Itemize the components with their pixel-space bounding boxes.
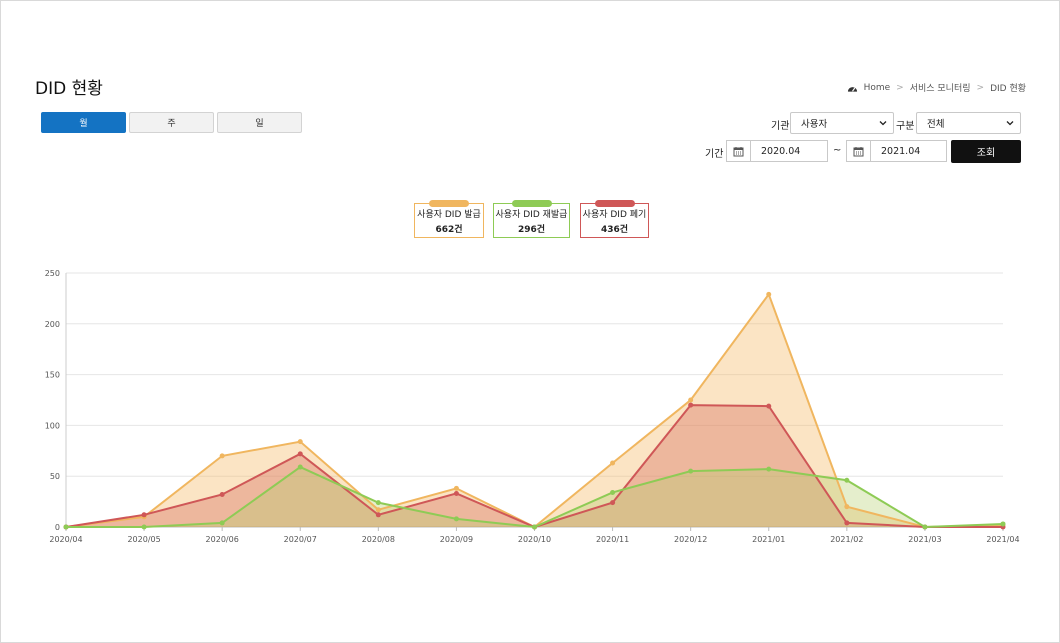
data-point [844, 477, 850, 483]
data-point [766, 291, 772, 297]
breadcrumb-separator: > [896, 82, 904, 93]
breadcrumb-separator: > [976, 82, 985, 93]
data-point [219, 491, 225, 497]
data-point [688, 402, 694, 408]
x-tick-label: 2021/01 [752, 535, 785, 544]
legend-color-bar [511, 200, 552, 207]
end-calendar-button[interactable] [846, 140, 871, 162]
tab-month[interactable]: 월 [41, 112, 126, 133]
data-point [688, 468, 694, 474]
legend-color-bar [594, 200, 635, 207]
legend-color-bar [429, 200, 469, 207]
legend-count: 436건 [600, 224, 629, 235]
data-point [219, 453, 225, 459]
legend-reissue[interactable]: 사용자 DID 재발급 296건 [493, 200, 570, 238]
org-label: 기관 [771, 121, 790, 132]
data-point [844, 520, 850, 526]
end-date-input[interactable]: 2021.04 [871, 140, 947, 162]
y-tick-label: 150 [45, 371, 60, 380]
legend-revoke[interactable]: 사용자 DID 폐기 436건 [580, 200, 649, 238]
data-point [610, 460, 616, 466]
x-tick-label: 2020/12 [674, 535, 707, 544]
calendar-icon [853, 146, 864, 156]
org-select-value: 사용자 [801, 119, 828, 130]
start-calendar-button[interactable] [726, 140, 751, 162]
x-tick-label: 2020/08 [362, 535, 395, 544]
end-date-group: 2021.04 [846, 140, 947, 162]
data-point [375, 512, 381, 518]
data-point [297, 451, 303, 457]
period-tabs: 월 주 일 [41, 112, 302, 133]
data-point [453, 516, 459, 522]
data-point [610, 489, 616, 495]
legend-label: 사용자 DID 재발급 [495, 209, 568, 220]
breadcrumb-home[interactable]: Home [864, 83, 891, 93]
data-point [141, 524, 147, 530]
x-tick-label: 2020/06 [206, 535, 239, 544]
breadcrumb-section[interactable]: 서비스 모니터링 [910, 81, 971, 94]
org-select[interactable]: 사용자 [790, 112, 894, 134]
start-date-input[interactable]: 2020.04 [751, 140, 828, 162]
data-point [1000, 521, 1006, 527]
breadcrumb-current: DID 현황 [990, 84, 1026, 94]
x-tick-label: 2020/11 [596, 535, 629, 544]
search-button[interactable]: 조회 [951, 140, 1021, 163]
x-tick-label: 2021/04 [986, 535, 1019, 544]
legend-issue[interactable]: 사용자 DID 발급 662건 [414, 200, 484, 238]
data-point [63, 524, 69, 530]
data-point [922, 524, 928, 530]
data-point [219, 520, 225, 526]
y-tick-label: 250 [45, 269, 60, 278]
y-tick-label: 100 [45, 421, 60, 430]
type-label: 구분 [896, 121, 915, 132]
data-point [297, 439, 303, 445]
chevron-down-icon [1006, 121, 1014, 126]
data-point [297, 464, 303, 470]
did-area-chart: 0 50 100 150 200 250 2020/04 2020/05 2020/06 2020… [45, 269, 1020, 544]
range-separator: ~ [833, 145, 842, 156]
data-point [766, 466, 772, 472]
y-tick-label: 0 [55, 523, 60, 532]
data-point [453, 490, 459, 496]
data-point [453, 485, 459, 491]
y-tick-label: 200 [45, 320, 60, 329]
x-tick-label: 2020/05 [127, 535, 160, 544]
legend-count: 662건 [435, 224, 463, 235]
x-tick-label: 2021/03 [908, 535, 941, 544]
legend-count: 296건 [517, 224, 546, 235]
period-label: 기간 [705, 149, 724, 160]
dashboard-icon[interactable] [847, 83, 858, 93]
type-select[interactable]: 전체 [916, 112, 1021, 134]
data-point [610, 500, 616, 506]
start-date-group: 2020.04 [726, 140, 828, 162]
data-point [532, 524, 537, 530]
calendar-icon [733, 146, 744, 156]
y-tick-label: 50 [50, 472, 60, 481]
data-point [375, 507, 381, 513]
data-point [375, 500, 381, 506]
x-tick-label: 2020/04 [49, 535, 82, 544]
data-point [766, 403, 772, 409]
legend-label: 사용자 DID 폐기 [582, 209, 647, 220]
type-select-value: 전체 [927, 119, 945, 130]
x-tick-label: 2020/07 [284, 535, 317, 544]
tab-week[interactable]: 주 [129, 112, 214, 133]
x-tick-label: 2021/02 [830, 535, 863, 544]
x-tick-label: 2020/09 [440, 535, 473, 544]
data-point [688, 397, 694, 403]
breadcrumb: Home > 서비스 모니터링 > DID 현황 [847, 81, 1026, 94]
chevron-down-icon [879, 121, 887, 126]
legend-label: 사용자 DID 발급 [417, 209, 481, 220]
tab-day[interactable]: 일 [217, 112, 302, 133]
page-title: DID 현황 [35, 79, 103, 99]
data-point [844, 504, 850, 510]
x-tick-label: 2020/10 [518, 535, 551, 544]
data-point [141, 512, 147, 518]
